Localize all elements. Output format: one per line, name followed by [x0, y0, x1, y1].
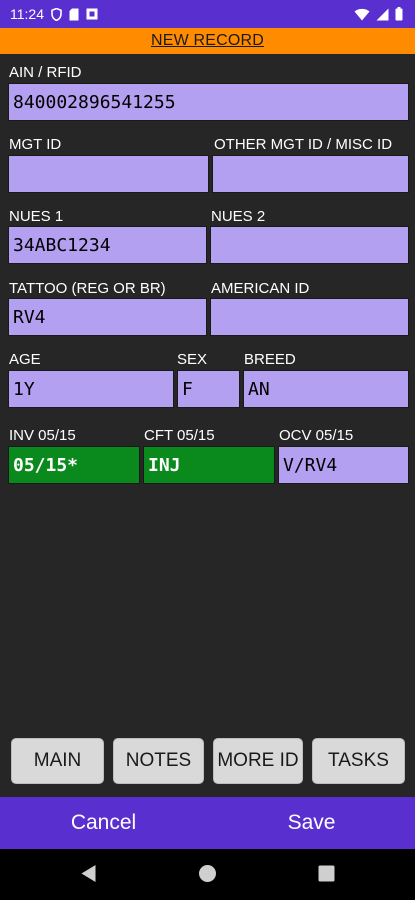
more-id-button[interactable]: MORE ID: [213, 738, 303, 784]
american-id-field[interactable]: [210, 298, 409, 336]
action-bar: Cancel Save: [0, 797, 415, 849]
tattoo-field[interactable]: RV4: [8, 298, 207, 336]
notes-button[interactable]: NOTES: [113, 738, 204, 784]
system-nav-bar: [0, 849, 415, 900]
other-mgt-id-field[interactable]: [212, 155, 409, 193]
american-id-label: AMERICAN ID: [211, 280, 310, 297]
signal-icon: [376, 8, 389, 21]
breed-field[interactable]: AN: [243, 370, 409, 408]
sex-field[interactable]: F: [177, 370, 240, 408]
nues1-label: NUES 1: [9, 208, 64, 225]
ocv-field[interactable]: V/RV4: [278, 446, 409, 484]
nues2-field[interactable]: [210, 226, 409, 264]
nues2-label: NUES 2: [211, 208, 266, 225]
status-time: 11:24: [10, 6, 44, 22]
inv-field[interactable]: 05/15*: [8, 446, 140, 484]
cancel-button[interactable]: Cancel: [0, 797, 207, 849]
cft-field[interactable]: INJ: [143, 446, 275, 484]
ain-rfid-field[interactable]: 840002896541255: [8, 83, 409, 121]
status-bar: 11:24: [0, 0, 415, 28]
other-mgt-id-label: OTHER MGT ID / MISC ID: [214, 136, 393, 153]
ain-rfid-label: AIN / RFID: [9, 64, 82, 81]
page-title: NEW RECORD: [150, 32, 265, 49]
title-bar: NEW RECORD: [0, 28, 415, 54]
nues1-field[interactable]: 34ABC1234: [8, 226, 207, 264]
battery-icon: [395, 7, 403, 21]
main-button[interactable]: MAIN: [11, 738, 104, 784]
back-icon[interactable]: [80, 864, 97, 888]
tattoo-label: TATTOO (REG OR BR): [9, 280, 166, 297]
shield-icon: [51, 7, 62, 21]
square-box-icon: [86, 8, 98, 20]
mgt-id-field[interactable]: [8, 155, 209, 193]
recents-icon[interactable]: [318, 865, 335, 887]
mgt-id-label: MGT ID: [9, 136, 62, 153]
home-icon[interactable]: [198, 864, 217, 888]
cft-label: CFT 05/15: [144, 427, 215, 444]
sex-label: SEX: [177, 351, 208, 368]
breed-label: BREED: [244, 351, 296, 368]
save-button[interactable]: Save: [208, 797, 415, 849]
wifi-icon: [354, 8, 370, 21]
ocv-label: OCV 05/15: [279, 427, 354, 444]
age-field[interactable]: 1Y: [8, 370, 174, 408]
age-label: AGE: [9, 351, 41, 368]
inv-label: INV 05/15: [9, 427, 76, 444]
sim-card-icon: [69, 8, 79, 21]
tasks-button[interactable]: TASKS: [312, 738, 405, 784]
